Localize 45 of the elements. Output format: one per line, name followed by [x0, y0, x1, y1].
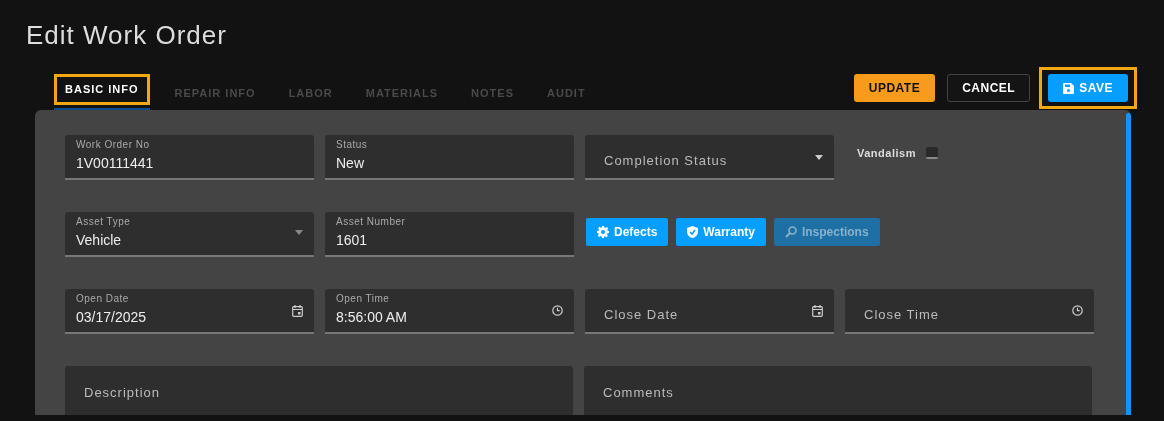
select-field[interactable]: Asset Type Vehicle	[65, 212, 314, 257]
field-value: 1601	[336, 231, 368, 250]
text-area[interactable]: Description	[65, 366, 573, 415]
input-field[interactable]: Work Order No 1V00111441	[65, 135, 314, 180]
field-value: 03/17/2025	[76, 308, 147, 327]
time-field[interactable]: Open Time 8:56:00 AM	[325, 289, 574, 334]
input-field[interactable]: Asset Number 1601	[325, 212, 574, 257]
field-value: 8:56:00 AM	[336, 308, 407, 327]
field-value: 1V00111441	[76, 154, 154, 173]
text-area[interactable]: Comments	[584, 366, 1092, 415]
calendar-icon	[812, 305, 823, 317]
shield-icon	[687, 226, 699, 238]
field-placeholder: Completion Status	[604, 152, 728, 170]
select-field[interactable]: Completion Status	[585, 135, 834, 180]
caret-icon	[295, 230, 303, 235]
checkbox[interactable]	[925, 147, 938, 160]
field-value: Vehicle	[76, 231, 122, 250]
field-placeholder: Description	[84, 384, 161, 402]
field-value: New	[336, 154, 364, 173]
save-icon	[1063, 82, 1075, 94]
field-placeholder: Close Time	[864, 306, 940, 324]
field-label: Asset Type	[76, 216, 131, 228]
field-label: Work Order No	[76, 139, 150, 151]
page-title: Edit Work Order	[26, 20, 228, 50]
checkbox-label: Vandalism	[857, 146, 916, 161]
time-field[interactable]: Close Time	[845, 289, 1094, 334]
field-placeholder: Close Date	[604, 306, 679, 324]
field-label: Status	[336, 139, 368, 151]
input-field[interactable]: Status New	[325, 135, 574, 180]
magnifier-icon	[784, 226, 797, 238]
field-label: Asset Number	[336, 216, 406, 228]
clock-icon	[552, 305, 563, 316]
update-button[interactable]: UPDATE	[853, 74, 936, 102]
gear-icon	[597, 226, 609, 238]
field-label: Open Time	[336, 293, 390, 305]
cancel-button[interactable]: CANCEL	[947, 74, 1031, 102]
tab[interactable]: BASIC INFO	[57, 77, 147, 102]
date-field[interactable]: Open Date 03/17/2025	[65, 289, 314, 334]
calendar-icon	[292, 305, 303, 317]
field-label: Open Date	[76, 293, 129, 305]
field-placeholder: Comments	[603, 384, 674, 402]
clock-icon	[1072, 305, 1083, 316]
caret-icon	[815, 155, 823, 160]
scrollbar[interactable]	[1126, 113, 1131, 415]
date-field[interactable]: Close Date	[585, 289, 834, 334]
